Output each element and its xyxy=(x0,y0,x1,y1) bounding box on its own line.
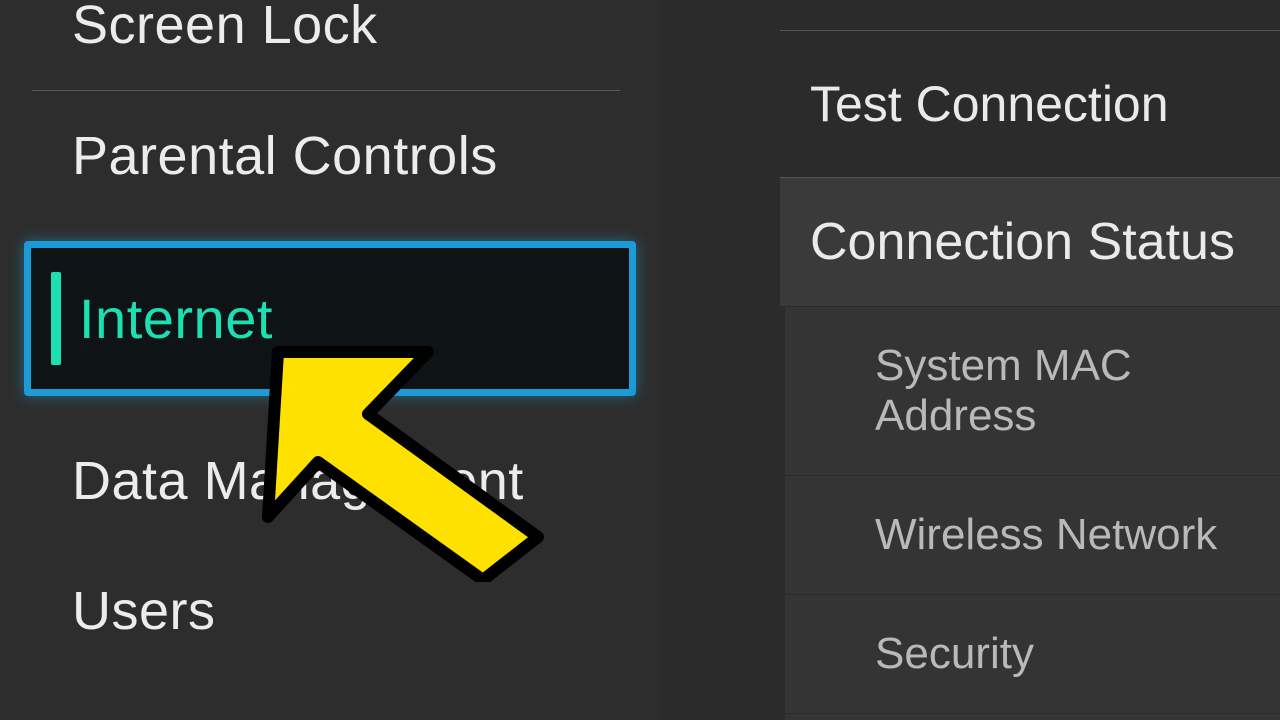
sidebar-item-parental-controls[interactable]: Parental Controls xyxy=(0,91,660,221)
sidebar-item-data-management[interactable]: Data Management xyxy=(0,416,660,546)
sidebar-item-label: Internet xyxy=(79,287,273,350)
sidebar-item-users[interactable]: Users xyxy=(0,546,660,676)
internet-settings-panel: Test Connection Connection Status System… xyxy=(660,0,1280,720)
sidebar-item-label: Parental Controls xyxy=(72,126,498,186)
sidebar-item-screen-lock[interactable]: Screen Lock xyxy=(0,0,660,90)
field-label: Security xyxy=(875,629,1034,678)
row-label: Test Connection xyxy=(810,76,1169,132)
settings-screen: Screen Lock Parental Controls Internet D… xyxy=(0,0,1280,720)
connection-status-header[interactable]: Connection Status xyxy=(780,178,1280,306)
status-field-mac: System MAC Address xyxy=(785,306,1280,475)
sidebar-item-label: Users xyxy=(72,581,216,641)
status-field-channel: Channel xyxy=(785,713,1280,720)
sidebar-item-internet[interactable]: Internet xyxy=(24,241,636,396)
status-field-wireless: Wireless Network xyxy=(785,475,1280,594)
selection-indicator xyxy=(51,272,61,365)
row-label: Connection Status xyxy=(810,213,1235,271)
settings-sidebar: Screen Lock Parental Controls Internet D… xyxy=(0,0,660,720)
test-connection-row[interactable]: Test Connection xyxy=(660,31,1280,177)
sidebar-item-label: Screen Lock xyxy=(72,0,378,55)
status-field-security: Security xyxy=(785,594,1280,713)
field-label: Wireless Network xyxy=(875,510,1217,559)
field-label: System MAC Address xyxy=(875,341,1132,440)
sidebar-item-label: Data Management xyxy=(72,451,524,511)
